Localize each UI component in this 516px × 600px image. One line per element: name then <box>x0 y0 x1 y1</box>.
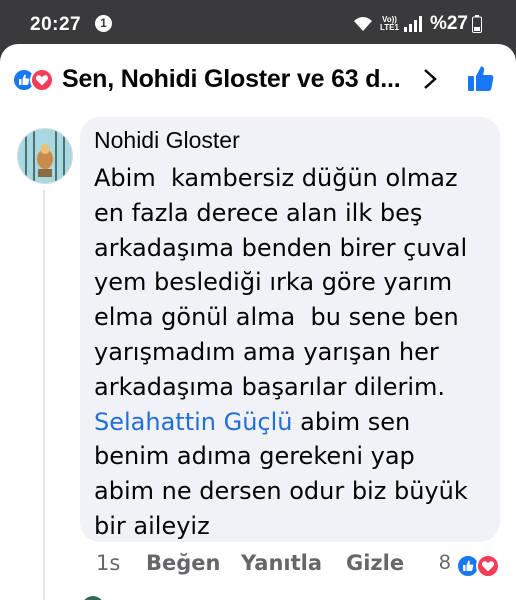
comment-line: bir aileyiz <box>94 511 210 540</box>
wifi-icon <box>354 17 372 31</box>
comment-text: Abim kambersiz düğün olmaz en fazla dere… <box>94 161 494 544</box>
comment-author[interactable]: Nohidi Gloster <box>94 127 240 154</box>
comment-line: abim sen <box>292 407 411 436</box>
comment-line: arkadaşıma başarılar dilerim. <box>94 372 446 401</box>
reactions-title: Sen, Nohidi Gloster ve 63 d... <box>62 65 401 93</box>
chevron-right-icon[interactable] <box>422 68 438 90</box>
love-reaction-icon <box>476 554 500 578</box>
comment-actions: 1s Beğen Yanıtla Gizle 8 <box>96 551 506 581</box>
comment-line: yem beslediği ırka göre yarım <box>94 268 453 297</box>
status-time: 20:27 <box>30 14 82 35</box>
comment-line: en fazla derece alan ilk beş <box>94 198 423 227</box>
mention-link[interactable]: Selahattin Güçlü <box>94 408 293 436</box>
thread-line <box>43 190 45 600</box>
reaction-icons <box>12 68 56 92</box>
volte-indicator: Vo)) LTE1 <box>380 15 399 32</box>
avatar[interactable] <box>17 128 73 184</box>
battery-percent: %27 <box>429 13 468 34</box>
reactions-header[interactable]: Sen, Nohidi Gloster ve 63 d... <box>12 62 502 96</box>
comment-line: arkadaşıma benden birer çuval <box>94 233 468 262</box>
comment-line-mention: Selahattin Güçlü abim sen <box>94 405 494 440</box>
love-reaction-icon <box>30 68 54 92</box>
comment-line: elma gönül alma bu sene ben <box>94 303 459 332</box>
signal-icon <box>403 16 422 32</box>
bird-in-cage-image <box>18 129 72 183</box>
notification-badge: 1 <box>95 15 112 32</box>
status-bar: 20:27 1 Vo)) LTE1 %27 <box>0 0 516 48</box>
system-icons: Vo)) LTE1 %27 <box>352 12 482 36</box>
next-reply-avatar[interactable] <box>82 596 104 600</box>
comment-line: benim adıma gerekeni yap <box>94 442 415 471</box>
hide-button[interactable]: Gizle <box>346 551 404 575</box>
reply-button[interactable]: Yanıtla <box>241 551 322 575</box>
thumbs-up-icon[interactable] <box>466 64 496 94</box>
reaction-count[interactable]: 8 <box>439 551 451 575</box>
comment-bubble[interactable]: Nohidi Gloster Abim kambersiz düğün olma… <box>80 117 500 542</box>
comment-line: abim ne dersen odur biz büyük <box>94 477 468 506</box>
reactions-sheet: Sen, Nohidi Gloster ve 63 d... Nohidi Gl… <box>0 44 516 600</box>
like-button[interactable]: Beğen <box>146 551 220 575</box>
comment-line: Abim kambersiz düğün olmaz <box>94 164 458 192</box>
comment-line: yarışmadım ama yarışan her <box>94 337 439 366</box>
comment-time: 1s <box>96 551 121 575</box>
battery-icon <box>472 15 482 33</box>
